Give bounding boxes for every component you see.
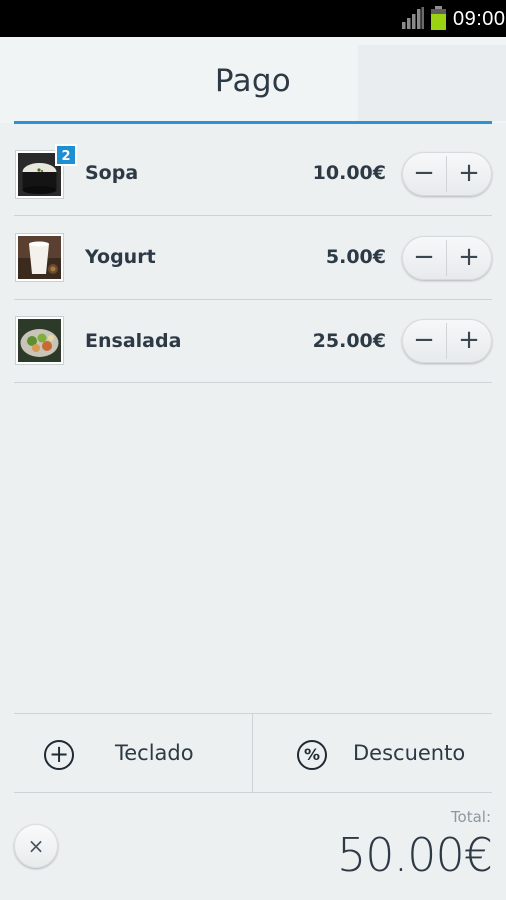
increase-button[interactable]: +: [447, 319, 491, 363]
status-bar: 09:00: [0, 0, 506, 37]
item-price: 5.00€: [325, 246, 386, 268]
keypad-label: Teclado: [115, 741, 194, 765]
salad-image: [16, 317, 63, 364]
list-item[interactable]: 2 Sopa 10.00€ − +: [14, 132, 492, 216]
discount-button[interactable]: % Descuento: [253, 714, 491, 793]
item-price: 10.00€: [312, 162, 386, 184]
add-circle-icon: +: [44, 740, 74, 770]
total-amount: 50.00€: [337, 828, 493, 882]
item-name: Ensalada: [85, 330, 182, 352]
quantity-stepper[interactable]: − +: [402, 152, 492, 196]
battery-icon: [431, 6, 446, 30]
signal-icon: [402, 7, 424, 29]
title-underline: [14, 121, 492, 124]
quantity-stepper[interactable]: − +: [402, 236, 492, 280]
discount-label: Descuento: [353, 741, 466, 765]
status-time: 09:00: [453, 8, 506, 30]
quantity-stepper[interactable]: − +: [402, 319, 492, 363]
item-name: Sopa: [85, 162, 139, 184]
keypad-button[interactable]: + Teclado: [14, 714, 252, 793]
increase-button[interactable]: +: [447, 236, 491, 280]
percent-icon: %: [297, 740, 327, 770]
item-price: 25.00€: [312, 330, 386, 352]
decrease-button[interactable]: −: [402, 319, 446, 363]
page-title: Pago: [214, 63, 292, 99]
list-item[interactable]: Yogurt 5.00€ − +: [14, 216, 492, 300]
quantity-badge: 2: [55, 144, 77, 166]
item-name: Yogurt: [85, 246, 156, 268]
yogurt-image: [16, 234, 63, 281]
list-item[interactable]: Ensalada 25.00€ − +: [14, 299, 492, 383]
header: Pago: [0, 37, 506, 123]
decrease-button[interactable]: −: [402, 152, 446, 196]
total-label: Total:: [450, 808, 491, 826]
clear-button[interactable]: ×: [14, 824, 58, 868]
increase-button[interactable]: +: [447, 152, 491, 196]
action-bar: + Teclado % Descuento: [14, 713, 492, 793]
decrease-button[interactable]: −: [402, 236, 446, 280]
